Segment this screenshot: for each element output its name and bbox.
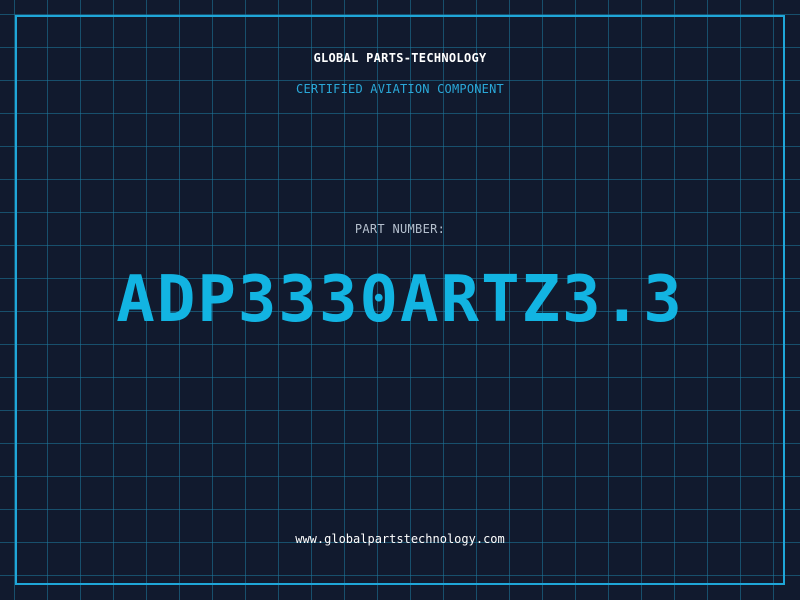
part-number-label: PART NUMBER: [354, 222, 446, 236]
label-card: GLOBAL PARTS-TECHNOLOGY CERTIFIED AVIATI… [0, 0, 800, 600]
tagline: CERTIFIED AVIATION COMPONENT [296, 82, 504, 96]
brand-name: GLOBAL PARTS-TECHNOLOGY [313, 51, 487, 65]
website-url: www.globalpartstechnology.com [295, 532, 505, 546]
part-number-value: ADP3330ARTZ3.3 [116, 263, 684, 337]
